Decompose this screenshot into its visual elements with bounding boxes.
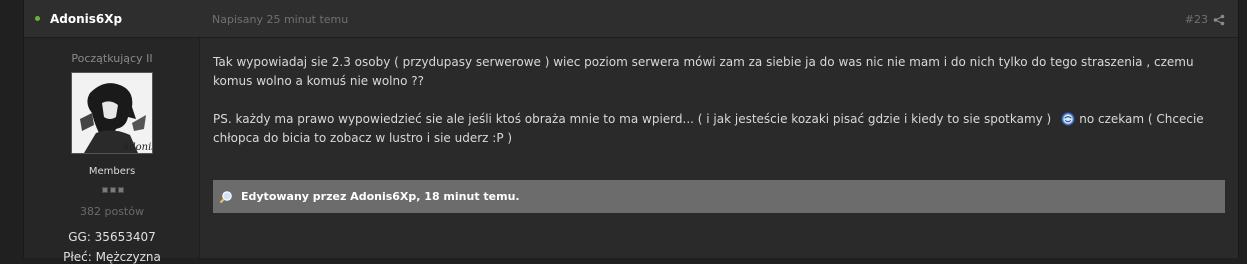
post-paragraph: Tak wypowiadaj sie 2.3 osoby ( przydupas… bbox=[213, 55, 1194, 88]
post-content: Tak wypowiadaj sie 2.3 osoby ( przydupas… bbox=[213, 53, 1223, 148]
post-header: Adonis6Xp Napisany 25 minut temu #23 bbox=[24, 0, 1238, 38]
post-count: 382 postów bbox=[80, 205, 144, 218]
svg-text:Adonis: Adonis bbox=[121, 142, 152, 153]
avatar[interactable]: Adonis bbox=[71, 72, 153, 154]
gender-field: Płeć: Mężczyzna bbox=[63, 250, 161, 264]
avatar-image: Adonis bbox=[72, 73, 152, 153]
author-sidebar: Początkujący II Adonis Members 382 postó… bbox=[24, 38, 200, 264]
post-paragraph: PS. każdy ma prawo wypowiedzieć sie ale … bbox=[213, 110, 1223, 148]
share-icon[interactable] bbox=[1213, 14, 1225, 26]
post-text: PS. każdy ma prawo wypowiedzieć sie ale … bbox=[213, 112, 1052, 126]
rank-pip bbox=[118, 187, 124, 193]
post-date: Napisany 25 minut temu bbox=[212, 13, 349, 26]
rank-pip bbox=[110, 187, 116, 193]
rank-pip bbox=[102, 187, 108, 193]
smiley-icon bbox=[1061, 112, 1075, 126]
rank-title: Początkujący II bbox=[71, 52, 153, 65]
member-group: Members bbox=[88, 166, 136, 177]
reputation-pips bbox=[102, 187, 124, 193]
edit-magnifier-icon bbox=[219, 191, 232, 204]
post-number-link[interactable]: #23 bbox=[1185, 13, 1208, 26]
edit-notice-text: Edytowany przez Adonis6Xp, 18 minut temu… bbox=[241, 190, 520, 203]
edit-notice-bar: Edytowany przez Adonis6Xp, 18 minut temu… bbox=[213, 180, 1225, 213]
gg-number: GG: 35653407 bbox=[68, 230, 156, 244]
online-status-icon bbox=[35, 16, 40, 21]
author-name-link[interactable]: Adonis6Xp bbox=[50, 12, 122, 26]
forum-post: Adonis6Xp Napisany 25 minut temu #23 Poc… bbox=[23, 0, 1239, 264]
